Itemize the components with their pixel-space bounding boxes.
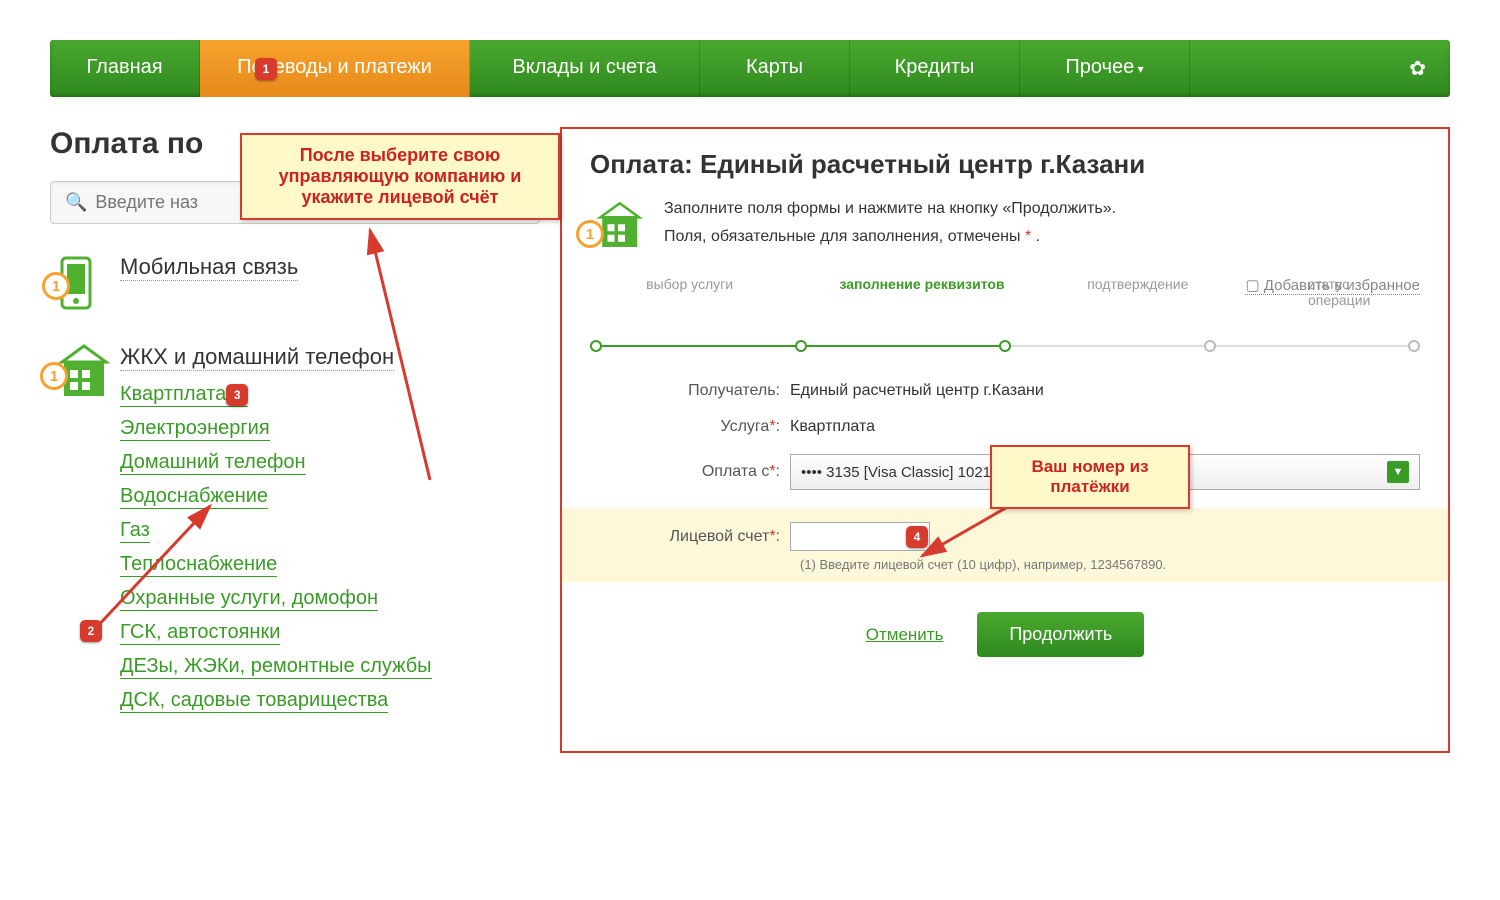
progress-steps: выбор услуги заполнение реквизитов подтв… — [590, 276, 1420, 352]
service-label: Услуга*: — [590, 418, 790, 436]
link-garage[interactable]: ГСК, автостоянки — [120, 621, 280, 645]
step-4-label: статус операции — [1308, 276, 1383, 308]
step-line-1 — [602, 345, 795, 347]
category-mobile: 1 Мобильная связь — [50, 254, 540, 314]
dropdown-icon: ▼ — [1387, 461, 1409, 483]
callout-main: После выберите свою управляющую компанию… — [240, 133, 560, 220]
link-heating[interactable]: Теплоснабжение — [120, 553, 277, 577]
account-label: Лицевой счет*: — [590, 528, 790, 546]
continue-button[interactable]: Продолжить — [977, 612, 1144, 657]
nav-credits[interactable]: Кредиты — [850, 40, 1020, 97]
panel-title: Оплата: Единый расчетный центр г.Казани — [590, 149, 1420, 180]
recipient-value: Единый расчетный центр г.Казани — [790, 382, 1420, 400]
panel-house-icon: 1 — [590, 200, 646, 255]
link-home-phone[interactable]: Домашний телефон — [120, 451, 306, 475]
cancel-button[interactable]: Отменить — [866, 625, 944, 644]
link-security[interactable]: Охранные услуги, домофон — [120, 587, 378, 611]
search-icon: 🔍 — [65, 192, 87, 213]
link-dsk[interactable]: ДСК, садовые товарищества — [120, 689, 388, 713]
panel-intro: 1 Заполните поля формы и нажмите на кноп… — [590, 200, 1420, 256]
step-badge-1: 1 — [42, 272, 70, 300]
nav-deposits[interactable]: Вклады и счета — [470, 40, 700, 97]
step-node-1 — [590, 340, 602, 352]
category-utilities: 1 ЖКХ и домашний телефон Квартплата 3 Эл… — [50, 344, 540, 723]
link-electricity[interactable]: Электроэнергия — [120, 417, 270, 441]
row-service: Услуга*: Квартплата — [590, 418, 1420, 436]
step-node-3 — [1204, 340, 1216, 352]
panel-actions: Отменить Продолжить — [590, 612, 1420, 657]
payment-panel: Оплата: Единый расчетный центр г.Казани … — [560, 127, 1450, 753]
row-account-highlight: Лицевой счет*: 4 (1) Введите лицевой сче… — [562, 508, 1448, 582]
left-column: Оплата по 🔍 1 Мобильная связь 1 — [50, 127, 550, 753]
utilities-links: Квартплата 3 Электроэнергия Домашний тел… — [120, 383, 540, 713]
step-2-label: заполнение реквизитов — [839, 276, 1004, 292]
step-1-label: выбор услуги — [646, 276, 733, 292]
step-node-2 — [795, 340, 807, 352]
link-dez[interactable]: ДЕЗы, ЖЭКи, ремонтные службы — [120, 655, 432, 679]
step-badge-house: 1 — [40, 362, 68, 390]
marker-4: 4 — [906, 526, 928, 548]
recipient-label: Получатель: — [590, 382, 790, 400]
intro-line-1: Заполните поля формы и нажмите на кнопку… — [664, 200, 1116, 218]
house-icon: 1 — [50, 344, 120, 400]
intro-line-2: Поля, обязательные для заполнения, отмеч… — [664, 228, 1116, 246]
step-line-4 — [1216, 345, 1409, 347]
category-mobile-title[interactable]: Мобильная связь — [120, 254, 298, 281]
marker-2: 2 — [80, 620, 102, 642]
nav-home[interactable]: Главная — [50, 40, 200, 97]
step-node-2b — [999, 340, 1011, 352]
marker-3: 3 — [226, 384, 248, 406]
main-nav: Главная Переводы и платежи 1 Вклады и сч… — [50, 40, 1450, 97]
category-utilities-title[interactable]: ЖКХ и домашний телефон — [120, 344, 394, 371]
link-water[interactable]: Водоснабжение — [120, 485, 268, 509]
account-hint: (1) Введите лицевой счет (10 цифр), напр… — [772, 557, 1448, 572]
payfrom-label: Оплата с*: — [590, 463, 790, 481]
settings-icon[interactable]: ✿ — [1385, 40, 1450, 97]
step-line-3 — [1011, 345, 1204, 347]
link-gas[interactable]: Газ — [120, 519, 150, 543]
step-line-2 — [807, 345, 1000, 347]
phone-icon: 1 — [50, 254, 120, 314]
nav-transfers[interactable]: Переводы и платежи 1 — [200, 40, 470, 97]
row-recipient: Получатель: Единый расчетный центр г.Каз… — [590, 382, 1420, 400]
nav-other[interactable]: Прочее — [1020, 40, 1190, 97]
service-value: Квартплата — [790, 418, 1420, 436]
step-node-4 — [1408, 340, 1420, 352]
marker-1: 1 — [255, 58, 277, 80]
panel-step-badge: 1 — [576, 220, 604, 248]
nav-cards[interactable]: Карты — [700, 40, 850, 97]
step-3-label: подтверждение — [1087, 276, 1188, 292]
link-kvartplata[interactable]: Квартплата 3 — [120, 383, 248, 407]
callout-account: Ваш номер из платёжки — [990, 445, 1190, 509]
